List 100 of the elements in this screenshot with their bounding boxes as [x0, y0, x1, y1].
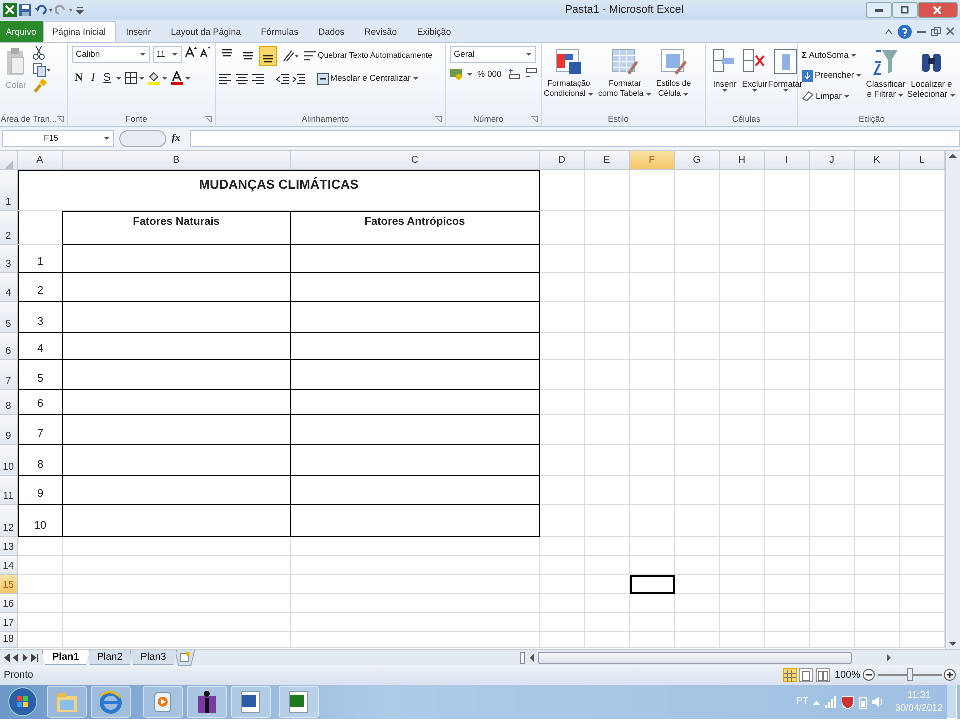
percent-button[interactable]: % [478, 68, 486, 81]
caret-icon[interactable] [526, 53, 532, 56]
file-tab[interactable]: Arquivo [0, 21, 43, 42]
ribbon-tab[interactable]: Layout da Página [161, 21, 252, 42]
caret-icon[interactable] [844, 94, 850, 98]
collapse-ribbon-icon[interactable] [885, 28, 893, 34]
sheet-tab[interactable]: Plan1 [42, 650, 90, 665]
insert-function-button[interactable]: fx [172, 131, 180, 146]
speaker-icon[interactable] [872, 696, 886, 708]
column-header[interactable]: C [291, 151, 540, 170]
caret-icon[interactable] [782, 88, 788, 92]
table-cell[interactable] [291, 302, 540, 333]
cut-icon[interactable] [33, 46, 46, 60]
table-cell[interactable] [63, 415, 291, 445]
split-handle-icon[interactable] [520, 652, 526, 664]
table-cell[interactable] [291, 360, 540, 390]
column-header[interactable]: K [855, 151, 900, 170]
close-icon[interactable] [946, 27, 955, 36]
caret-icon[interactable] [850, 54, 857, 56]
caret-icon[interactable] [722, 88, 728, 92]
table-cell[interactable] [63, 273, 291, 302]
editing-button[interactable]: Limpar [799, 87, 866, 105]
folder-icon[interactable] [55, 690, 79, 714]
caret-icon[interactable] [104, 137, 110, 140]
table-cell[interactable] [63, 505, 291, 537]
align-bottom-button[interactable] [259, 46, 277, 66]
wrap-text-button[interactable]: Quebrar Texto Automaticamente [302, 46, 435, 66]
undo-icon[interactable] [34, 4, 52, 16]
zoom-slider[interactable] [878, 668, 942, 682]
increase-indent-icon[interactable] [292, 72, 306, 84]
formula-field[interactable] [190, 130, 960, 147]
caret-icon[interactable] [172, 53, 178, 56]
table-cell[interactable] [291, 245, 540, 273]
column-header[interactable]: A [18, 151, 63, 170]
align-center-icon[interactable] [234, 72, 248, 84]
row-header[interactable]: 5 [0, 302, 18, 333]
sheet-nav-prev-icon[interactable] [12, 654, 19, 662]
dialog-launcher-icon[interactable] [531, 116, 538, 123]
row-header[interactable]: 8 [0, 390, 18, 415]
ribbon-tab[interactable]: Exibição [407, 21, 462, 42]
redo-icon[interactable] [55, 4, 73, 16]
table-cell[interactable] [63, 333, 291, 360]
row-header[interactable]: 7 [0, 360, 18, 390]
caret-icon[interactable] [683, 92, 690, 96]
row-number[interactable]: 9 [18, 476, 63, 505]
align-left-icon[interactable] [218, 72, 232, 84]
caret-icon[interactable] [185, 76, 192, 80]
grow-font-icon[interactable] [184, 46, 196, 58]
number-format-field[interactable]: Geral [450, 46, 536, 63]
ribbon-tab[interactable]: Inserir [116, 21, 162, 42]
cell-button[interactable]: Inserir [710, 46, 740, 112]
zoom-slider-thumb[interactable] [906, 668, 912, 681]
zoom-out-icon[interactable] [863, 669, 875, 681]
column-header[interactable]: D [540, 151, 585, 170]
row-header[interactable]: 16 [0, 594, 18, 613]
row-header[interactable]: 13 [0, 537, 18, 556]
row-number[interactable]: 8 [18, 445, 63, 476]
battery-icon[interactable] [859, 696, 868, 708]
row-header[interactable]: 4 [0, 273, 18, 302]
decrease-indent-icon[interactable] [276, 72, 290, 84]
close-button[interactable] [918, 2, 958, 18]
dialog-launcher-icon[interactable] [57, 116, 64, 123]
italic-button[interactable]: I [88, 68, 98, 88]
underline-button[interactable]: S [100, 68, 114, 88]
name-box[interactable]: F15 [2, 130, 114, 147]
editing-button[interactable]: Localizar e Selecionar [906, 46, 957, 112]
ribbon-tab[interactable]: Página Inicial [42, 21, 116, 42]
caret-icon[interactable] [898, 94, 904, 96]
browser-icon[interactable] [99, 690, 123, 714]
row-header[interactable]: 6 [0, 333, 18, 360]
column-header[interactable]: G [675, 151, 720, 170]
row-header[interactable]: 2 [0, 211, 18, 245]
align-right-icon[interactable] [251, 72, 265, 84]
style-button[interactable]: Formatação Condicional [543, 46, 596, 112]
spreadsheet-icon[interactable] [2, 3, 16, 17]
font-size-field[interactable]: 11 [152, 46, 182, 63]
row-header[interactable]: 17 [0, 613, 18, 632]
shrink-font-icon[interactable] [199, 46, 211, 58]
orientation-icon[interactable] [282, 49, 300, 63]
scroll-right-icon[interactable] [885, 652, 894, 662]
row-number[interactable]: 10 [18, 505, 63, 537]
caret-icon[interactable] [588, 92, 594, 96]
cell-button[interactable]: Formatar [770, 46, 801, 112]
table-cell[interactable] [63, 302, 291, 333]
column-header[interactable]: B [63, 151, 291, 170]
column-header[interactable]: E [585, 151, 630, 170]
table-cell[interactable] [63, 360, 291, 390]
column-header[interactable]: I [765, 151, 810, 170]
caret-icon[interactable] [140, 53, 146, 56]
table-cell[interactable] [291, 445, 540, 476]
table-cell[interactable] [63, 476, 291, 505]
column-title[interactable]: Fatores Antrópicos [291, 211, 540, 245]
decrease-decimal-icon[interactable] [524, 68, 539, 80]
caret-icon[interactable] [466, 72, 472, 76]
row-header[interactable]: 14 [0, 556, 18, 575]
row-number[interactable]: 1 [18, 245, 63, 273]
caret-icon[interactable] [950, 94, 956, 96]
font-name-field[interactable]: Calibri [72, 46, 150, 63]
row-header[interactable]: 1 [0, 170, 18, 211]
formula-bar-handle-icon[interactable] [118, 130, 168, 148]
